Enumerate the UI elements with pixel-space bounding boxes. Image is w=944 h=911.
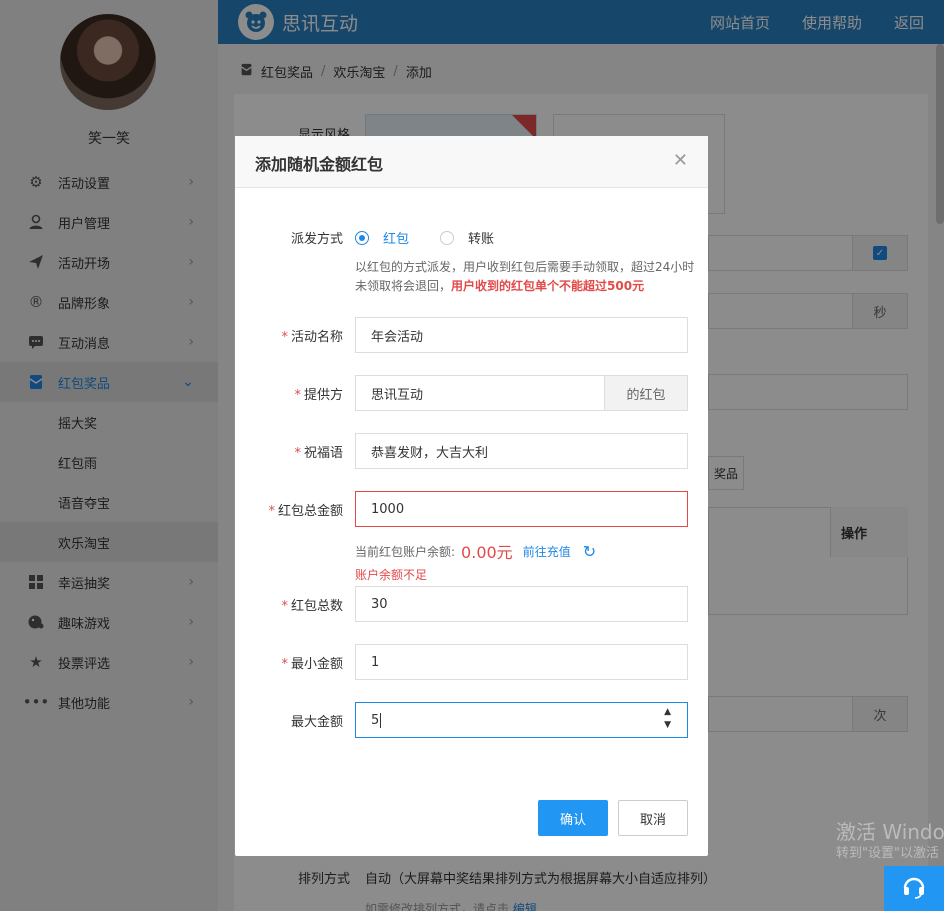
- distribution-label: 派发方式: [290, 232, 343, 247]
- balance-line: 当前红包账户余额: 0.00元 前往充值 ↻: [355, 539, 596, 563]
- headset-icon: [901, 873, 927, 905]
- provider-suffix-addon: 的红包: [604, 375, 688, 411]
- activity-name-input[interactable]: 年会活动: [355, 317, 688, 353]
- distribution-help-warning: 用户收到的红包单个不能超过500元: [451, 279, 645, 293]
- greeting-input[interactable]: 恭喜发财，大吉大利: [355, 433, 688, 469]
- spin-down-icon[interactable]: ▼: [664, 719, 671, 732]
- spin-up-icon[interactable]: ▲: [664, 706, 671, 719]
- greeting-label: * 祝福语: [294, 446, 343, 461]
- radio-dot-icon: [440, 230, 454, 245]
- provider-input[interactable]: 思讯互动: [355, 375, 605, 411]
- cancel-button[interactable]: 取消: [618, 800, 688, 836]
- total-amount-label: * 红包总金额: [268, 504, 343, 519]
- number-spinner[interactable]: ▲ ▼: [664, 706, 671, 732]
- radio-transfer[interactable]: 转账: [440, 228, 494, 247]
- balance-value: 0.00元: [461, 543, 513, 562]
- text-cursor: [380, 712, 382, 728]
- total-count-label: * 红包总数: [281, 599, 343, 614]
- max-amount-value: 5: [371, 712, 380, 728]
- balance-error: 账户余额不足: [355, 568, 428, 582]
- activation-watermark: 激活 Windo: [836, 820, 944, 844]
- dialog-header: 添加随机金额红包 ✕: [235, 136, 708, 188]
- add-random-red-envelope-dialog: 添加随机金额红包 ✕ 派发方式 红包 转账 以红包的方式派发，用户收到红包后需要…: [235, 136, 708, 856]
- provider-label: * 提供方: [294, 388, 343, 403]
- radio-dot-icon: [355, 230, 369, 245]
- radio-label: 转账: [468, 232, 495, 247]
- max-amount-input[interactable]: 5 ▲ ▼: [355, 702, 688, 738]
- activation-watermark-hint: 转到"设置"以激活: [836, 846, 939, 861]
- balance-label: 当前红包账户余额:: [355, 544, 456, 559]
- refresh-icon[interactable]: ↻: [583, 542, 596, 561]
- min-amount-input[interactable]: 1: [355, 644, 688, 680]
- close-icon[interactable]: ✕: [673, 150, 688, 171]
- activity-name-label: * 活动名称: [281, 330, 343, 345]
- total-amount-input[interactable]: 1000: [355, 491, 688, 527]
- recharge-link[interactable]: 前往充值: [523, 543, 571, 560]
- radio-label: 红包: [383, 232, 410, 247]
- radio-red-envelope[interactable]: 红包: [355, 228, 409, 247]
- total-count-input[interactable]: 30: [355, 586, 688, 622]
- max-amount-label: 最大金额: [290, 715, 343, 730]
- confirm-button[interactable]: 确认: [538, 800, 608, 836]
- dialog-title: 添加随机金额红包: [255, 155, 384, 174]
- customer-service-button[interactable]: [884, 866, 944, 911]
- min-amount-label: * 最小金额: [281, 657, 343, 672]
- distribution-help: 以红包的方式派发，用户收到红包后需要手动领取，超过24小时未领取将会退回，用户收…: [355, 258, 695, 296]
